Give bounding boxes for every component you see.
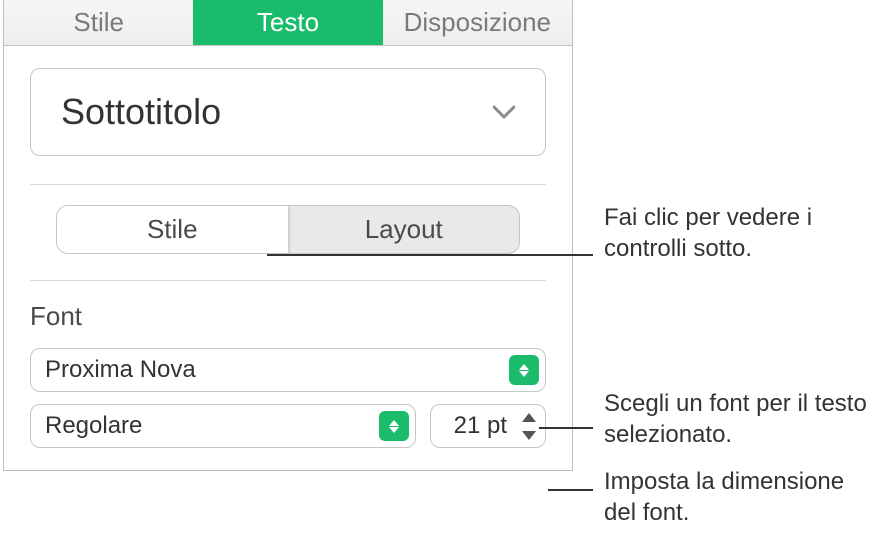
subtab-layout-label: Layout [365,214,443,244]
callout-line [267,254,593,256]
subtab-layout[interactable]: Layout [289,206,520,253]
font-size-stepper [517,409,541,443]
paragraph-style-label: Sottotitolo [61,91,221,133]
divider [30,280,546,281]
tab-stile-label: Stile [73,7,124,38]
dropdown-toggle-icon [509,355,539,385]
font-section-label: Font [30,301,546,332]
font-family-value: Proxima Nova [45,356,196,384]
callout-stile-segment: Fai clic per vedere i controlli sotto. [604,202,874,264]
divider [30,184,546,185]
callout-font-size: Imposta la dimensione del font. [604,466,874,528]
tab-disposizione[interactable]: Disposizione [383,0,572,45]
font-second-row: Regolare 21 pt [30,404,546,448]
font-size-value: 21 pt [443,412,517,440]
font-weight-value: Regolare [45,412,142,440]
callouts: Fai clic per vedere i controlli sotto. S… [574,0,874,548]
chevron-down-icon [493,105,515,119]
subtab-stile[interactable]: Stile [57,206,289,253]
caret-down-icon [522,431,536,440]
callout-font-family: Scegli un font per il testo selezionato. [604,388,874,450]
font-weight-dropdown[interactable]: Regolare [30,404,416,448]
subtab-stile-label: Stile [147,214,198,244]
text-subtabs: Stile Layout [56,205,520,254]
paragraph-style-dropdown[interactable]: Sottotitolo [30,68,546,156]
font-family-dropdown[interactable]: Proxima Nova [30,348,546,392]
top-tabs: Stile Testo Disposizione [4,0,572,46]
font-size-step-up[interactable] [517,409,541,425]
font-size-step-down[interactable] [517,427,541,443]
tab-testo[interactable]: Testo [193,0,382,45]
panel-content: Sottotitolo Stile Layout Font Proxima No… [4,46,572,470]
tab-stile[interactable]: Stile [4,0,193,45]
tab-disposizione-label: Disposizione [404,7,551,38]
format-panel: Stile Testo Disposizione Sottotitolo Sti… [3,0,573,471]
caret-up-icon [522,413,536,422]
dropdown-toggle-icon [379,411,409,441]
font-size-field[interactable]: 21 pt [430,404,546,448]
tab-testo-label: Testo [257,7,319,38]
